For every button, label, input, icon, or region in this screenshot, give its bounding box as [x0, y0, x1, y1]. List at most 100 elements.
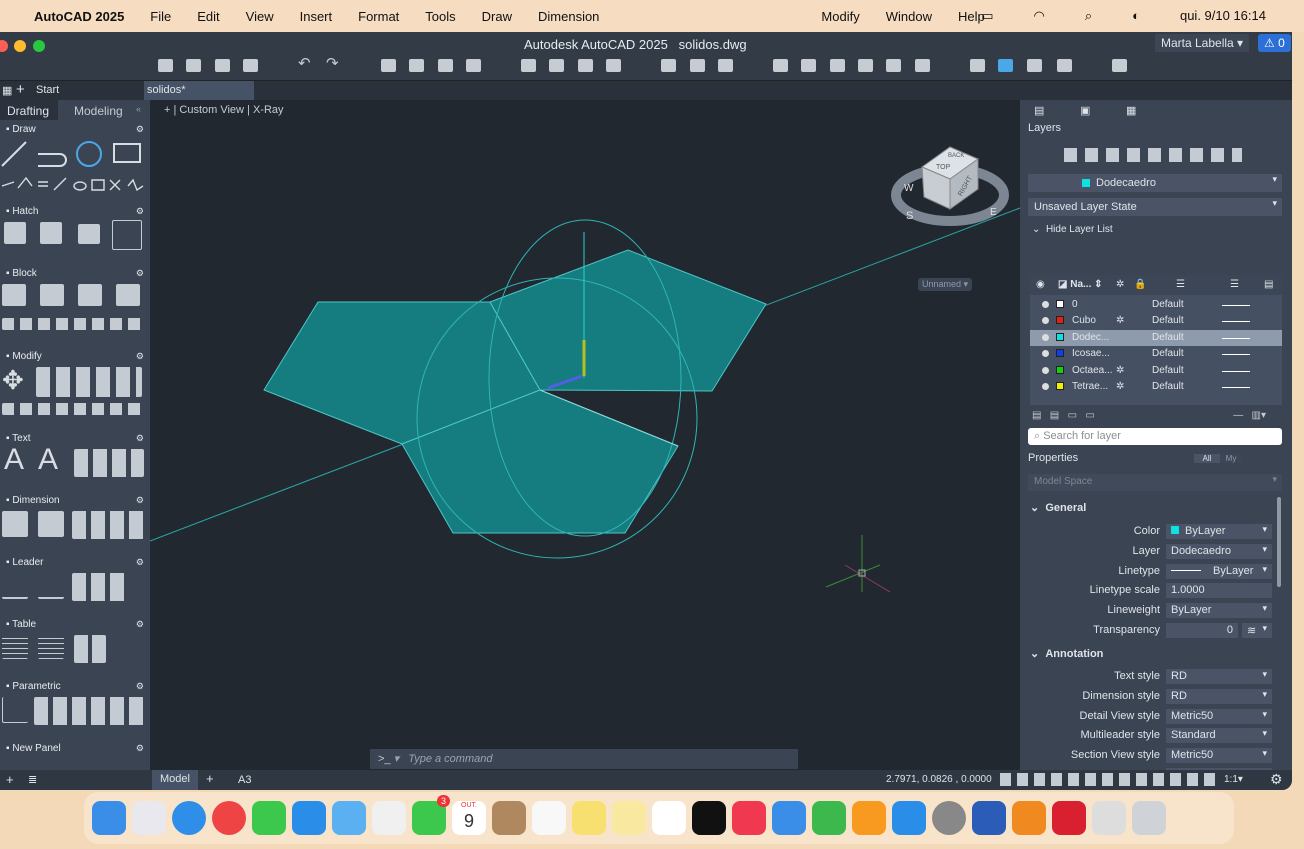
tool-icon[interactable]	[915, 59, 930, 72]
menu-modify[interactable]: Modify	[821, 9, 859, 24]
user-menu[interactable]: Marta Labella ▾	[1155, 34, 1250, 52]
new-tab-button[interactable]: +	[16, 81, 25, 98]
maps-icon[interactable]	[332, 801, 366, 835]
layer-color-swatch[interactable]	[1056, 332, 1064, 341]
wifi-icon[interactable]: ◠	[1033, 8, 1044, 24]
keynote-icon[interactable]	[772, 801, 806, 835]
layer-row[interactable]: Icosae... Default	[1030, 346, 1282, 362]
leader-style-icon[interactable]	[38, 573, 64, 599]
system-settings-icon[interactable]	[932, 801, 966, 835]
preview-app-icon[interactable]	[1092, 801, 1126, 835]
layer-on-toggle[interactable]	[1042, 301, 1049, 308]
property-value[interactable]: ByLayer	[1166, 603, 1272, 619]
freeform-icon[interactable]	[652, 801, 686, 835]
menu-draw[interactable]: Draw	[482, 9, 512, 24]
lineweight-column-icon[interactable]: ☰	[1230, 279, 1239, 290]
pages-icon[interactable]	[852, 801, 886, 835]
layer-on-toggle[interactable]	[1042, 317, 1049, 325]
visibility-column-icon[interactable]: ◉	[1036, 279, 1045, 290]
layer-lineweight[interactable]	[1222, 321, 1250, 323]
table-tab-icon[interactable]: ▦	[1126, 104, 1136, 117]
tab-start[interactable]: Start	[36, 84, 59, 96]
gradient-icon[interactable]	[40, 222, 62, 244]
layer-color-swatch[interactable]	[1056, 349, 1064, 358]
clock[interactable]: qui. 9/10 16:14	[1180, 8, 1266, 24]
undo-icon[interactable]: ↶	[298, 54, 313, 72]
trash-icon[interactable]	[1132, 801, 1166, 835]
layer-list-tools[interactable]: ▤ ▤ ▭ ▭ — ▥▾	[1032, 410, 1282, 422]
tool-icon[interactable]	[1027, 59, 1042, 72]
word-icon[interactable]	[972, 801, 1006, 835]
tool-icon[interactable]	[773, 59, 788, 72]
layers-tab-icon[interactable]: ▤	[1034, 104, 1044, 117]
reminders-icon[interactable]	[532, 801, 566, 835]
filter-my-button[interactable]: My	[1220, 454, 1242, 463]
layer-search-input[interactable]: ⌕ Search for layer	[1028, 428, 1282, 445]
gear-icon[interactable]: ⚙	[136, 495, 144, 506]
layer-on-toggle[interactable]	[1042, 333, 1049, 341]
quick-dimension-icon[interactable]	[38, 511, 64, 537]
alerts-badge[interactable]: ⚠ 0	[1258, 34, 1291, 52]
batch-plot-icon[interactable]	[409, 59, 424, 72]
menu-view[interactable]: View	[246, 9, 274, 24]
tab-model[interactable]: Model	[152, 770, 198, 790]
layer-lineweight[interactable]	[1222, 370, 1250, 372]
layouts-menu-icon[interactable]: ≣	[28, 773, 37, 786]
table-icon[interactable]	[2, 637, 28, 659]
selection-dropdown[interactable]: Model Space	[1028, 474, 1282, 491]
gear-icon[interactable]: ⚙	[136, 351, 144, 362]
property-value[interactable]: ByLayer	[1166, 563, 1272, 579]
layer-linetype[interactable]: Default	[1152, 365, 1184, 376]
control-center-icon[interactable]: ◐	[1132, 8, 1140, 24]
gear-icon[interactable]: ⚙	[136, 743, 144, 754]
gear-icon[interactable]: ⚙	[136, 206, 144, 217]
gear-icon[interactable]: ⚙	[136, 433, 144, 444]
layer-lineweight[interactable]	[1222, 305, 1250, 306]
contacts-icon[interactable]	[492, 801, 526, 835]
transparency-layers-icon[interactable]: ≋	[1242, 623, 1272, 638]
tool-icon[interactable]	[886, 59, 901, 72]
tab-solidos[interactable]: solidos*	[144, 81, 254, 101]
insert-block-icon[interactable]	[2, 284, 26, 306]
parametric-tools-icons[interactable]	[34, 697, 144, 725]
layer-linetype[interactable]: Default	[1152, 348, 1184, 359]
property-value[interactable]: Standard	[1166, 728, 1272, 744]
layer-color-swatch[interactable]	[1056, 300, 1064, 308]
table-style-icon[interactable]	[38, 637, 64, 659]
gear-icon[interactable]: ⚙	[136, 268, 144, 279]
property-value[interactable]: Metric50	[1166, 748, 1272, 764]
gear-icon[interactable]: ⚙	[136, 681, 144, 692]
layer-row[interactable]: Tetrae... ✲ Default	[1030, 379, 1282, 395]
command-line[interactable]: >_ ▾ Type a command	[370, 749, 798, 769]
grid-menu-icon[interactable]: ▦	[2, 84, 12, 97]
status-toggles[interactable]	[1000, 773, 1220, 786]
layer-row[interactable]: 0 Default	[1030, 297, 1282, 313]
layer-on-toggle[interactable]	[1042, 366, 1049, 374]
menu-file[interactable]: File	[150, 9, 171, 24]
music-icon[interactable]	[732, 801, 766, 835]
draw-tools-icons[interactable]	[0, 134, 150, 204]
dimension-tools-icons[interactable]	[72, 511, 144, 539]
drawing-geometry[interactable]: TOP RIGHT BACK W S E	[150, 100, 1020, 770]
open-icon[interactable]	[186, 59, 201, 72]
minimize-button[interactable]	[14, 40, 26, 52]
command-input[interactable]: Type a command	[408, 753, 492, 765]
tool-icon[interactable]	[1112, 59, 1127, 72]
calendar-icon[interactable]: OUT. 9	[452, 801, 486, 835]
orbit-icon[interactable]	[718, 59, 733, 72]
freeze-column-icon[interactable]: ✲	[1116, 279, 1124, 290]
layer-color-swatch[interactable]	[1056, 316, 1064, 325]
tool-icon[interactable]	[606, 59, 621, 72]
save-icon[interactable]	[215, 59, 230, 72]
layer-row[interactable]: Dodec... Default	[1030, 329, 1282, 346]
annotation-section-toggle[interactable]: ⌄ Annotation	[1030, 647, 1103, 660]
tab-drafting[interactable]: Drafting	[7, 104, 49, 118]
plot-column-icon[interactable]: ▤	[1264, 279, 1273, 290]
layer-color-swatch[interactable]	[1056, 382, 1064, 390]
property-value[interactable]: 1.0000	[1166, 583, 1272, 599]
settings-gear-icon[interactable]: ⚙	[1270, 771, 1283, 788]
plot-icon[interactable]	[381, 59, 396, 72]
zoom-button[interactable]	[33, 40, 45, 52]
create-block-icon[interactable]	[40, 284, 64, 306]
new-icon[interactable]	[158, 59, 173, 72]
